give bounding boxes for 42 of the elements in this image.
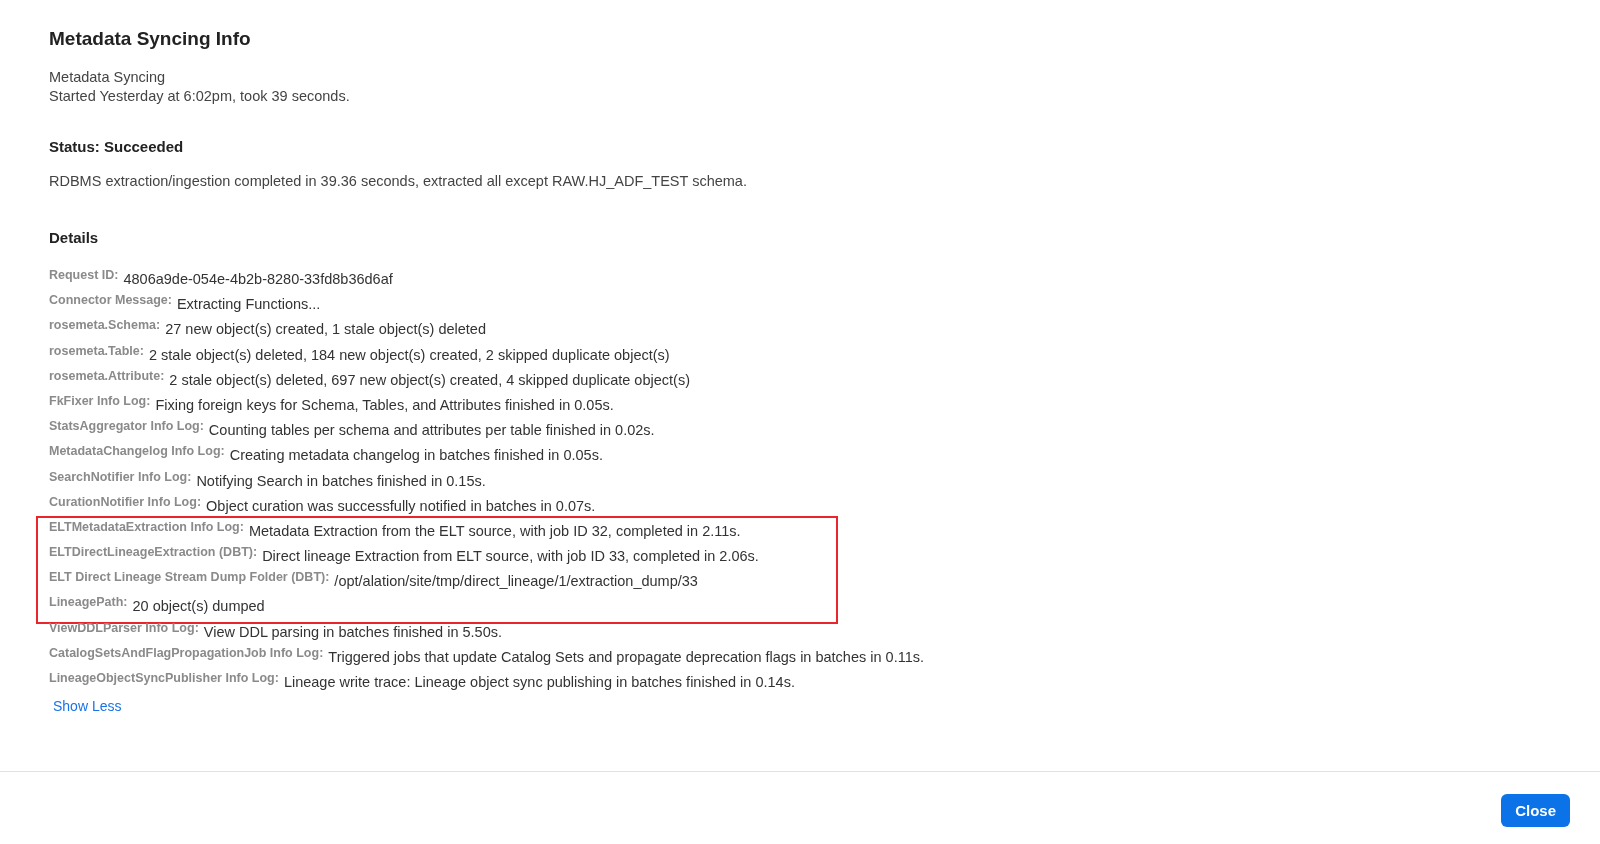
job-timing: Started Yesterday at 6:02pm, took 39 seconds. <box>49 87 351 106</box>
detail-label: LineagePath: <box>49 595 128 610</box>
detail-label: ELTMetadataExtraction Info Log: <box>49 519 244 534</box>
detail-label: rosemeta.Table: <box>49 343 144 358</box>
detail-value: 2 stale object(s) deleted, 697 new object(s) created, 4 skipped duplicate object(s) <box>169 370 690 388</box>
show-less-link[interactable]: Show Less <box>53 698 122 715</box>
detail-value: 27 new object(s) created, 1 stale object(s) deleted <box>165 320 486 338</box>
detail-value: Lineage write trace: Lineage object sync publishing in batches finished in 0.14s. <box>283 673 795 690</box>
detail-label: SearchNotifier Info Log: <box>49 469 192 484</box>
detail-value: Direct lineage Extraction from ELT source, with job ID 33, completed in 2.06s. <box>262 547 759 565</box>
close-button[interactable]: Close <box>1501 793 1570 827</box>
detail-label: ViewDDLParser Info Log: <box>49 620 199 635</box>
detail-label: rosemeta.Attribute: <box>49 368 165 383</box>
detail-value: Creating metadata changelog in batches finished in 0.05s. <box>229 446 603 464</box>
detail-label: MetadataChangelog Info Log: <box>49 444 225 459</box>
status-heading: Status: Succeeded <box>49 138 185 155</box>
job-name: Metadata Syncing <box>49 68 167 87</box>
detail-value: Counting tables per schema and attributes per table finished in 0.02s. <box>208 421 655 439</box>
detail-label: ELTDirectLineageExtraction (DBT): <box>49 545 258 560</box>
detail-label: StatsAggregator Info Log: <box>49 419 204 434</box>
detail-value: 2 stale object(s) deleted, 184 new object(s) created, 2 skipped duplicate object(s) <box>148 345 670 363</box>
status-message: RDBMS extraction/ingestion completed in 39.36 seconds, extracted all except RAW.HJ_ADF_TEST schema. <box>49 173 748 189</box>
detail-value: Fixing foreign keys for Schema, Tables, and Attributes finished in 0.05s. <box>155 395 614 413</box>
detail-value: View DDL parsing in batches finished in 5.50s. <box>203 622 503 640</box>
detail-label: Connector Message: <box>49 293 172 308</box>
detail-value: Triggered jobs that update Catalog Sets and propagate deprecation flags in batches in 0.11s. <box>328 647 925 665</box>
detail-label: LineageObjectSyncPublisher Info Log: <box>49 671 279 685</box>
detail-value: Extracting Functions... <box>176 295 321 313</box>
details-heading: Details <box>49 229 100 246</box>
dialog-title: Metadata Syncing Info <box>49 28 252 50</box>
detail-label: CurationNotifier Info Log: <box>49 494 202 509</box>
detail-value: Object curation was successfully notified in batches in 0.07s. <box>206 496 596 514</box>
detail-value: 20 object(s) dumped <box>132 597 265 615</box>
detail-value: 4806a9de-054e-4b2b-8280-33fd8b36d6af <box>123 270 393 287</box>
detail-value: Metadata Extraction from the ELT source, with job ID 32, completed in 2.11s. <box>248 521 741 539</box>
detail-label: rosemeta.Schema: <box>49 318 161 333</box>
detail-value: /opt/alation/site/tmp/direct_lineage/1/extraction_dump/33 <box>334 572 698 590</box>
detail-value: Notifying Search in batches finished in 0.15s. <box>196 471 486 489</box>
detail-label: CatalogSetsAndFlagPropagationJob Info Log: <box>49 645 324 660</box>
detail-label: ELT Direct Lineage Stream Dump Folder (DBT): <box>49 570 330 585</box>
detail-label: FkFixer Info Log: <box>49 393 151 408</box>
detail-label: Request ID: <box>49 268 119 282</box>
